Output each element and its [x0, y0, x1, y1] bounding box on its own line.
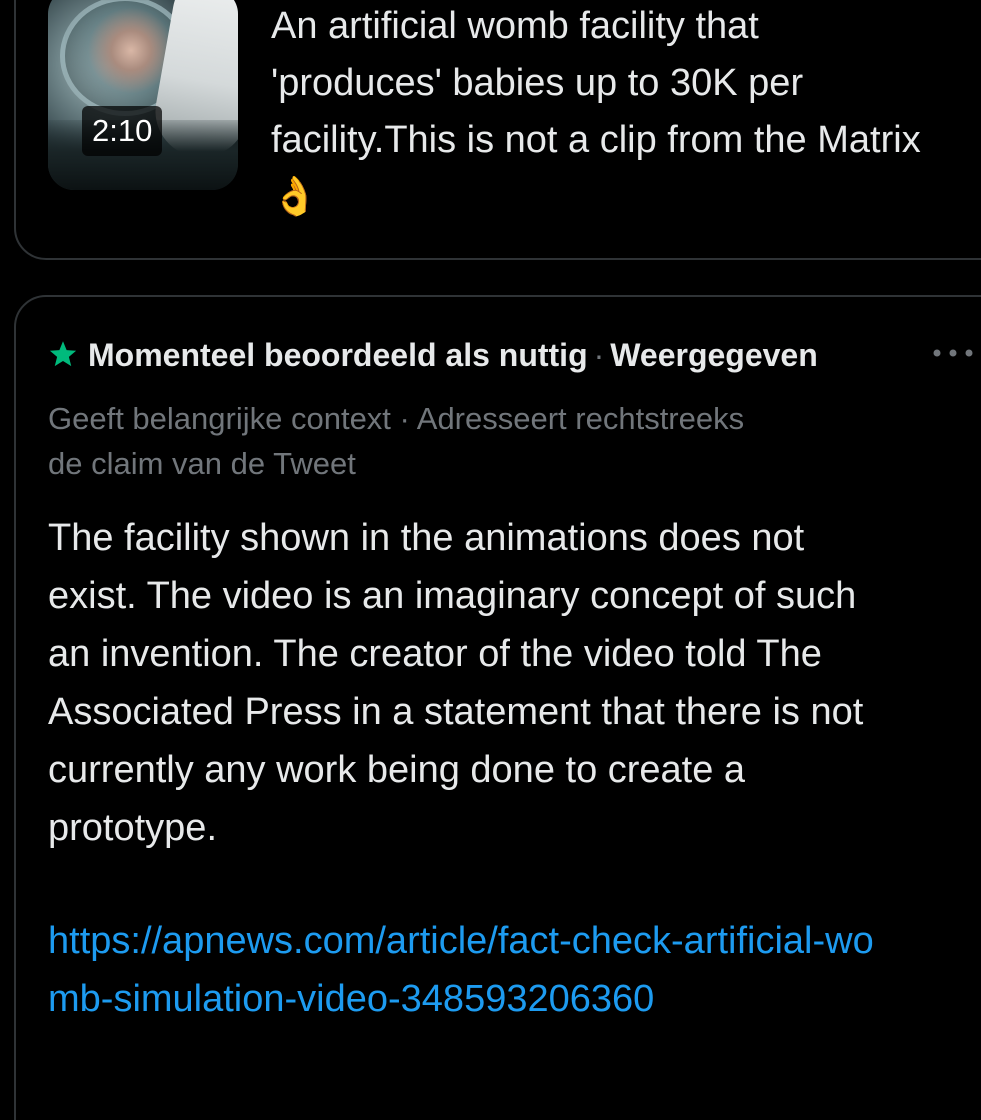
video-duration-badge: 2:10: [82, 106, 163, 156]
video-thumbnail[interactable]: [48, 0, 238, 190]
more-horizontal-icon[interactable]: [930, 337, 976, 369]
note-shown-label: Weergegeven: [610, 337, 818, 373]
note-body: The facility shown in the animations doe…: [48, 517, 864, 849]
star-icon: [49, 341, 77, 367]
note-status-label: Momenteel beoordeeld als nuttig: [88, 337, 588, 373]
quoted-tweet-text: An artificial womb facility that 'produc…: [271, 5, 921, 218]
source-link[interactable]: https://apnews.com/article/fact-check-ar…: [48, 912, 878, 1028]
note-header: Momenteel beoordeeld als nuttig · Weergege…: [48, 333, 886, 377]
note-criteria: Geeft belangrijke context · Adresseert r…: [48, 401, 745, 481]
header-separator: ·: [593, 337, 605, 373]
